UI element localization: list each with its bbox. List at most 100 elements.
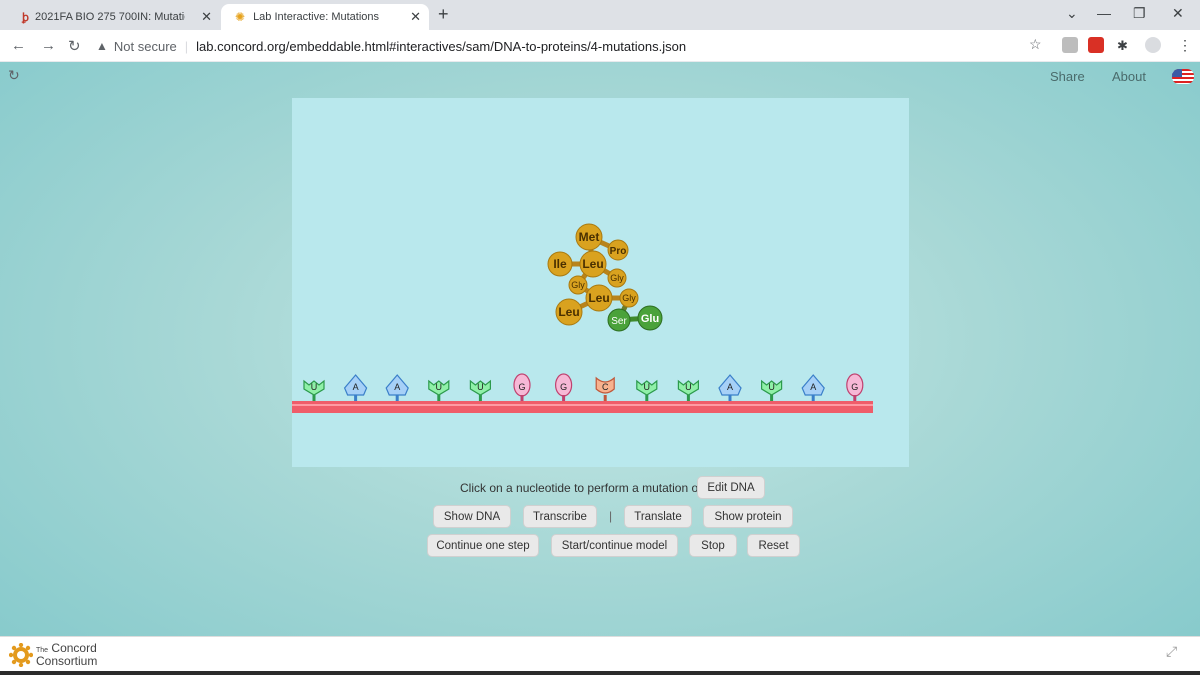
profile-icon[interactable]	[1145, 37, 1161, 53]
nucleotide-A[interactable]: A	[343, 374, 368, 401]
transcribe-button[interactable]: Transcribe	[523, 505, 597, 528]
nucleotide-stem	[478, 395, 482, 401]
close-tab-icon[interactable]: ✕	[410, 9, 421, 25]
nucleotide-stem	[853, 395, 857, 401]
step-separator: |	[609, 509, 613, 523]
nucleotide-label: U	[644, 382, 651, 392]
nucleotide-stem	[645, 395, 649, 401]
nucleotide-label: G	[560, 382, 567, 392]
nucleotide-label: C	[602, 382, 609, 392]
model-svg: Met Pro Ile Leu Gly Gly Leu Gly Leu Ser …	[292, 223, 873, 413]
restore-icon[interactable]: ❐	[1133, 5, 1146, 22]
nucleotide-label: U	[768, 382, 775, 392]
nucleotide-stem	[395, 395, 399, 401]
stop-button[interactable]: Stop	[689, 534, 737, 557]
menu-kebab-icon[interactable]: ⋮	[1178, 37, 1192, 54]
url-field[interactable]: ▲ Not secure | lab.concord.org/embeddabl…	[96, 35, 1046, 57]
start-continue-button[interactable]: Start/continue model	[551, 534, 678, 557]
nucleotide-A[interactable]: A	[801, 374, 825, 401]
nucleotide-label: A	[394, 382, 400, 392]
nucleotide-U[interactable]: U	[469, 379, 491, 401]
forward-icon[interactable]: →	[41, 37, 56, 54]
nucleotide-stem	[686, 395, 690, 401]
tn-icon: ꝧ	[22, 11, 29, 24]
logo-line1: Concord	[51, 641, 97, 655]
nucleotide-stem	[811, 395, 815, 401]
new-tab-icon[interactable]: +	[438, 4, 449, 25]
language-flag-icon[interactable]	[1172, 69, 1194, 84]
nucleotide-label: G	[518, 382, 525, 392]
close-tab-icon[interactable]: ✕	[201, 9, 212, 25]
concord-logo-icon[interactable]	[9, 643, 33, 667]
nucleotide-U[interactable]: U	[761, 379, 783, 401]
amino-label: Gly	[622, 293, 636, 303]
nucleotide-label: G	[851, 382, 858, 392]
nucleotide-stem	[437, 395, 441, 401]
nucleotide-label: A	[810, 382, 816, 392]
close-window-icon[interactable]: ✕	[1172, 5, 1184, 22]
page-content: ↻ Share About Met Pro Ile Leu Gly Gly Le…	[0, 62, 1200, 675]
show-dna-button[interactable]: Show DNA	[433, 505, 511, 528]
nucleotide-stem	[770, 395, 774, 401]
nucleotide-stem	[603, 395, 607, 401]
pdf-extension-icon[interactable]	[1088, 37, 1104, 53]
minimize-icon[interactable]: —	[1097, 5, 1111, 21]
nucleotide-C[interactable]: C	[595, 376, 615, 401]
continue-one-step-button[interactable]: Continue one step	[427, 534, 539, 557]
nucleotide-A[interactable]: A	[385, 374, 409, 401]
bookmark-star-icon[interactable]: ☆	[1029, 36, 1042, 53]
nucleotide-G[interactable]: G	[555, 373, 573, 401]
tab-bar: ꝧ 2021FA BIO 275 700IN: Mutation ✕ ✺ Lab…	[0, 0, 1200, 30]
nucleotide-A[interactable]: A	[718, 374, 742, 401]
reset-button[interactable]: Reset	[747, 534, 800, 557]
nucleotide-stem	[562, 395, 566, 401]
nucleotide-U[interactable]: U	[677, 379, 699, 401]
mutation-prompt: Click on a nucleotide to perform a mutat…	[460, 481, 703, 495]
bottom-edge	[0, 671, 1200, 675]
amino-label: Leu	[582, 257, 603, 271]
extension-icon[interactable]	[1062, 37, 1078, 53]
nucleotide-G[interactable]: G	[513, 373, 531, 401]
edit-dna-button[interactable]: Edit DNA	[697, 476, 765, 499]
url-text: lab.concord.org/embeddable.html#interact…	[196, 38, 687, 54]
reload-icon[interactable]: ↻	[68, 37, 81, 55]
share-link[interactable]: Share	[1050, 69, 1085, 84]
address-bar: ← → ↻ ▲ Not secure | lab.concord.org/emb…	[0, 30, 1200, 62]
nucleotide-U[interactable]: U	[428, 379, 450, 401]
amino-label: Ser	[611, 316, 627, 327]
reload-interactive-icon[interactable]: ↻	[8, 67, 20, 84]
tab-search-icon[interactable]: ⌄	[1066, 5, 1078, 22]
nucleotide-U[interactable]: U	[303, 379, 325, 401]
nucleotide-G[interactable]: G	[846, 373, 864, 401]
nucleotide-label: U	[477, 382, 484, 392]
puzzle-extensions-icon[interactable]: ✱	[1117, 38, 1128, 54]
nucleotide-label: A	[727, 382, 733, 392]
control-panel: Click on a nucleotide to perform a mutat…	[0, 467, 1200, 587]
fullscreen-icon[interactable]: ⤢	[1166, 643, 1177, 660]
show-protein-button[interactable]: Show protein	[703, 505, 793, 528]
amino-label: Ile	[553, 257, 567, 271]
about-link[interactable]: About	[1112, 69, 1146, 84]
nucleotide-label: U	[436, 382, 443, 392]
concord-icon: ✺	[235, 10, 246, 24]
nucleotide-row: UAAUUGGCUUAUAG	[303, 373, 864, 401]
mrna-strand	[292, 401, 873, 413]
mrna-backbone	[292, 401, 873, 413]
url-divider: |	[184, 38, 189, 54]
nucleotide-stem	[312, 395, 316, 401]
nucleotide-label: U	[685, 382, 692, 392]
tab-mutations[interactable]: ✺ Lab Interactive: Mutations ✕	[221, 4, 429, 30]
amino-label: Gly	[610, 273, 624, 283]
protein-chain: Met Pro Ile Leu Gly Gly Leu Gly Leu Ser …	[547, 223, 663, 332]
back-icon[interactable]: ←	[11, 37, 26, 54]
nucleotide-stem	[520, 395, 524, 401]
security-label: Not secure	[113, 38, 177, 54]
concord-logo-text[interactable]: The Concord Consortium	[36, 641, 97, 667]
tab-course[interactable]: ꝧ 2021FA BIO 275 700IN: Mutation ✕	[8, 4, 220, 30]
model-canvas: Met Pro Ile Leu Gly Gly Leu Gly Leu Ser …	[292, 98, 909, 467]
amino-label: Met	[579, 230, 600, 244]
logo-the: The	[36, 647, 49, 654]
translate-button[interactable]: Translate	[624, 505, 692, 528]
amino-label: Leu	[588, 291, 609, 305]
nucleotide-U[interactable]: U	[636, 379, 658, 401]
